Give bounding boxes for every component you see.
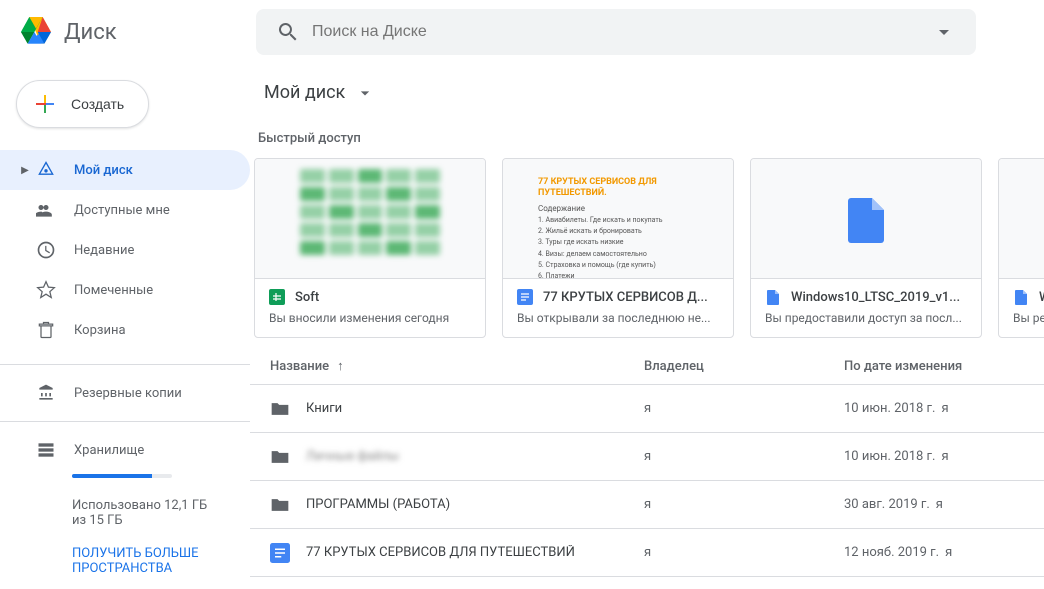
docs-icon — [517, 289, 533, 305]
storage-progress — [72, 474, 172, 478]
nav-label: Резервные копии — [74, 386, 182, 401]
folder-icon — [270, 447, 290, 467]
main-content: Мой диск Быстрый доступ Soft Вы вносили … — [250, 64, 1044, 589]
storage-upgrade-link[interactable]: ПОЛУЧИТЬ БОЛЬШЕ ПРОСТРАНСТВА — [0, 538, 250, 576]
sidebar-item-starred[interactable]: Помеченные — [0, 270, 250, 310]
search-input[interactable] — [312, 23, 920, 41]
table-row[interactable]: 77 КРУТЫХ СЕРВИСОВ ДЛЯ ПУТЕШЕСТВИЙ я 12 … — [250, 529, 1044, 577]
new-button-label: Создать — [71, 96, 124, 112]
nav-label: Недавние — [74, 243, 134, 258]
chevron-down-icon — [355, 83, 375, 103]
qa-subtitle: Вы предоставили доступ за посл... — [765, 311, 967, 325]
product-name: Диск — [64, 20, 117, 45]
search-icon — [276, 20, 300, 44]
file-preview — [751, 159, 981, 279]
quick-access-card[interactable]: W Вы ре — [998, 158, 1044, 338]
table-row[interactable]: Книги я 10 июн. 2018 г.я — [250, 385, 1044, 433]
folder-icon — [270, 495, 290, 515]
file-list: Книги я 10 июн. 2018 г.я Личные файлы я … — [250, 385, 1044, 577]
plus-icon — [33, 92, 57, 116]
file-modified: 10 июн. 2018 г.я — [844, 449, 1014, 464]
column-owner[interactable]: Владелец — [644, 359, 844, 374]
file-owner: я — [644, 497, 844, 512]
quick-access-card[interactable]: 77 КРУТЫХ СЕРВИСОВ ДЛЯПУТЕШЕСТВИЙ. Содер… — [502, 158, 734, 338]
sheets-icon — [269, 289, 285, 305]
search-bar[interactable] — [256, 9, 976, 55]
trash-icon — [36, 320, 56, 340]
sort-arrow-icon: ↑ — [337, 358, 344, 374]
sidebar-item-shared[interactable]: Доступные мне — [0, 190, 250, 230]
column-name[interactable]: Название ↑ — [270, 358, 644, 374]
quick-access-card[interactable]: Soft Вы вносили изменения сегодня — [254, 158, 486, 338]
file-modified: 10 июн. 2018 г.я — [844, 401, 1014, 416]
file-icon — [765, 289, 781, 305]
file-preview — [255, 159, 485, 279]
nav-label: Корзина — [74, 323, 126, 338]
search-options-icon[interactable] — [932, 20, 956, 44]
folder-icon — [270, 399, 290, 419]
sidebar-item-backups[interactable]: Резервные копии — [0, 373, 250, 413]
qa-subtitle: Вы вносили изменения сегодня — [269, 311, 471, 325]
quick-access-row: Soft Вы вносили изменения сегодня 77 КРУ… — [250, 158, 1044, 338]
file-modified: 30 авг. 2019 г.я — [844, 497, 1014, 512]
qa-title: W — [1039, 290, 1044, 305]
divider — [0, 364, 250, 365]
storage-icon — [36, 440, 56, 460]
qa-title: Soft — [295, 290, 319, 305]
list-header: Название ↑ Владелец По дате изменения — [250, 338, 1044, 385]
file-name: Книги — [306, 401, 644, 416]
product-logo-area[interactable]: Диск — [16, 12, 256, 52]
docs-icon — [270, 543, 290, 563]
backup-icon — [36, 383, 56, 403]
file-name: 77 КРУТЫХ СЕРВИСОВ ДЛЯ ПУТЕШЕСТВИЙ — [306, 545, 644, 560]
divider — [0, 421, 250, 422]
nav-label: Хранилище — [74, 443, 144, 458]
file-preview: 77 КРУТЫХ СЕРВИСОВ ДЛЯПУТЕШЕСТВИЙ. Содер… — [503, 159, 733, 279]
file-owner: я — [644, 545, 844, 560]
sidebar-item-recent[interactable]: Недавние — [0, 230, 250, 270]
file-name: Личные файлы — [306, 449, 644, 464]
qa-title: Windows10_LTSC_2019_v1... — [791, 290, 960, 305]
file-icon — [1013, 289, 1029, 305]
file-owner: я — [644, 449, 844, 464]
new-button[interactable]: Создать — [16, 80, 149, 128]
file-preview — [999, 159, 1044, 279]
sidebar-item-storage[interactable]: Хранилище — [0, 430, 250, 470]
qa-subtitle: Вы открывали за последнюю не... — [517, 311, 719, 325]
file-modified: 12 нояб. 2019 г.я — [844, 545, 1014, 560]
clock-icon — [36, 240, 56, 260]
qa-subtitle: Вы ре — [1013, 311, 1044, 325]
column-modified[interactable]: По дате изменения — [844, 359, 1014, 374]
file-owner: я — [644, 401, 844, 416]
storage-usage-text: Использовано 12,1 ГБ из 15 ГБ — [0, 490, 250, 528]
expand-caret-icon[interactable]: ▶ — [20, 165, 30, 176]
sidebar-item-trash[interactable]: Корзина — [0, 310, 250, 350]
breadcrumb[interactable]: Мой диск — [250, 70, 1044, 117]
sidebar: Создать ▶ Мой диск Доступные мне Недавни… — [0, 64, 250, 589]
table-row[interactable]: ПРОГРАММЫ (РАБОТА) я 30 авг. 2019 г.я — [250, 481, 1044, 529]
shared-icon — [36, 200, 56, 220]
quick-access-heading: Быстрый доступ — [250, 117, 1044, 158]
qa-title: 77 КРУТЫХ СЕРВИСОВ Д... — [543, 290, 708, 305]
file-name: ПРОГРАММЫ (РАБОТА) — [306, 497, 644, 512]
table-row[interactable]: Личные файлы я 10 июн. 2018 г.я — [250, 433, 1044, 481]
sidebar-item-my-drive[interactable]: ▶ Мой диск — [0, 150, 250, 190]
breadcrumb-label: Мой диск — [258, 78, 351, 107]
nav-label: Помеченные — [74, 283, 153, 298]
star-icon — [36, 280, 56, 300]
nav-label: Доступные мне — [74, 203, 170, 218]
drive-icon — [36, 160, 56, 180]
quick-access-card[interactable]: Windows10_LTSC_2019_v1... Вы предоставил… — [750, 158, 982, 338]
drive-logo-icon — [16, 12, 56, 52]
nav-label: Мой диск — [74, 163, 133, 178]
